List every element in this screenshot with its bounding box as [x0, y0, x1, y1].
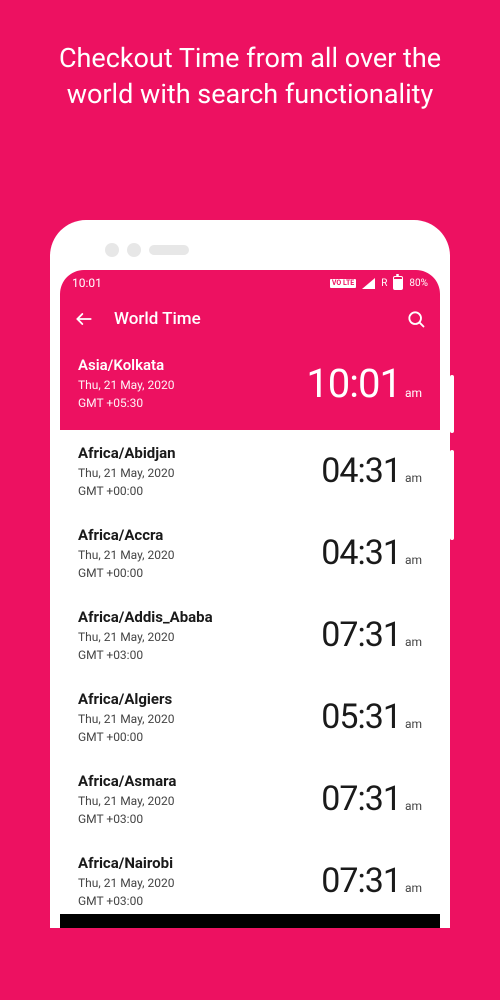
sensor-dot-icon: [127, 243, 141, 257]
timezone-date: Thu, 21 May, 2020: [78, 794, 176, 808]
timezone-name: Africa/Addis_Ababa: [78, 608, 213, 626]
timezone-date: Thu, 21 May, 2020: [78, 876, 174, 890]
signal-icon: [362, 278, 375, 289]
timezone-gmt: GMT +00:00: [78, 566, 174, 580]
time-ampm: am: [405, 881, 422, 895]
timezone-date: Thu, 21 May, 2020: [78, 548, 174, 562]
speaker-icon: [149, 245, 189, 255]
app-bar: World Time: [60, 296, 440, 342]
timezone-time: 05:31 am: [321, 697, 422, 737]
timezone-row[interactable]: Africa/Abidjan Thu, 21 May, 2020 GMT +00…: [60, 430, 440, 512]
timezone-date: Thu, 21 May, 2020: [78, 466, 176, 480]
time-ampm: am: [405, 386, 422, 400]
timezone-row[interactable]: Africa/Asmara Thu, 21 May, 2020 GMT +03:…: [60, 758, 440, 840]
status-time: 10:01: [72, 276, 102, 290]
time-value: 04:31: [321, 533, 401, 573]
volte-icon: VO LTE: [330, 279, 356, 288]
timezone-date: Thu, 21 May, 2020: [78, 378, 174, 392]
timezone-gmt: GMT +00:00: [78, 730, 174, 744]
timezone-name: Africa/Abidjan: [78, 444, 176, 462]
status-bar: 10:01 VO LTE R 80%: [60, 270, 440, 296]
roaming-label: R: [381, 278, 387, 289]
timezone-time: 07:31 am: [321, 615, 422, 655]
back-arrow-icon[interactable]: [74, 309, 94, 329]
time-value: 07:31: [321, 861, 401, 901]
timezone-gmt: GMT +03:00: [78, 894, 174, 908]
timezone-row[interactable]: Africa/Nairobi Thu, 21 May, 2020 GMT +03…: [60, 840, 440, 914]
time-ampm: am: [405, 799, 422, 813]
time-ampm: am: [405, 553, 422, 567]
timezone-gmt: GMT +03:00: [78, 648, 213, 662]
search-icon[interactable]: [406, 309, 426, 329]
timezone-row[interactable]: Africa/Algiers Thu, 21 May, 2020 GMT +00…: [60, 676, 440, 758]
camera-dot-icon: [105, 243, 119, 257]
timezone-name: Asia/Kolkata: [78, 356, 174, 374]
android-nav-bar: [60, 914, 440, 928]
timezone-row[interactable]: Africa/Accra Thu, 21 May, 2020 GMT +00:0…: [60, 512, 440, 594]
phone-earpiece: [60, 230, 440, 270]
timezone-date: Thu, 21 May, 2020: [78, 712, 174, 726]
timezone-time: 04:31 am: [321, 533, 422, 573]
timezone-time: 04:31 am: [321, 451, 422, 491]
time-ampm: am: [405, 471, 422, 485]
phone-side-button: [450, 375, 454, 433]
timezone-row[interactable]: Africa/Addis_Ababa Thu, 21 May, 2020 GMT…: [60, 594, 440, 676]
time-value: 07:31: [321, 615, 401, 655]
timezone-gmt: GMT +03:00: [78, 812, 176, 826]
promo-headline: Checkout Time from all over the world wi…: [0, 0, 500, 113]
time-value: 04:31: [321, 451, 401, 491]
timezone-name: Africa/Nairobi: [78, 854, 174, 872]
timezone-time: 07:31 am: [321, 861, 422, 901]
phone-frame: 10:01 VO LTE R 80% World Time Asia/Kolka…: [50, 220, 450, 928]
timezone-name: Africa/Algiers: [78, 690, 174, 708]
current-timezone-card[interactable]: Asia/Kolkata Thu, 21 May, 2020 GMT +05:3…: [60, 342, 440, 430]
timezone-time: 10:01 am: [306, 360, 422, 407]
phone-side-button: [450, 450, 454, 540]
timezone-gmt: GMT +00:00: [78, 484, 176, 498]
app-bar-title: World Time: [114, 309, 386, 329]
time-ampm: am: [405, 635, 422, 649]
time-value: 05:31: [321, 697, 401, 737]
time-value: 10:01: [306, 360, 401, 407]
battery-label: 80%: [409, 278, 428, 289]
phone-screen: 10:01 VO LTE R 80% World Time Asia/Kolka…: [60, 270, 440, 928]
timezone-time: 07:31 am: [321, 779, 422, 819]
timezone-name: Africa/Accra: [78, 526, 174, 544]
time-ampm: am: [405, 717, 422, 731]
timezone-name: Africa/Asmara: [78, 772, 176, 790]
battery-icon: [393, 276, 403, 290]
timezone-date: Thu, 21 May, 2020: [78, 630, 213, 644]
time-value: 07:31: [321, 779, 401, 819]
timezone-gmt: GMT +05:30: [78, 396, 174, 410]
